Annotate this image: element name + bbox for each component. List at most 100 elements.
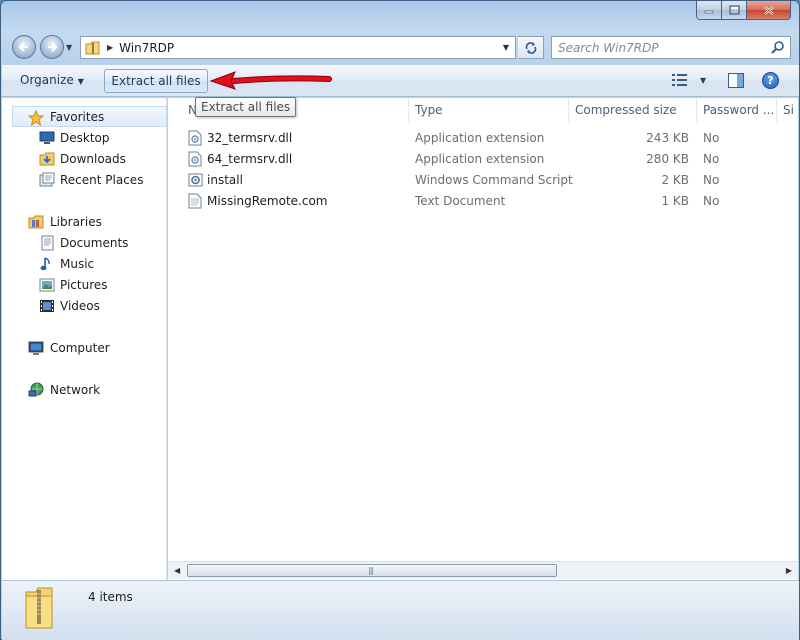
file-password: No	[703, 152, 720, 166]
documents-icon	[41, 235, 54, 251]
forward-button[interactable]	[40, 35, 64, 59]
nav-desktop[interactable]: Desktop	[2, 127, 167, 148]
file-password: No	[703, 194, 720, 208]
extract-tooltip: Extract all files	[195, 97, 297, 117]
script-icon	[188, 173, 203, 187]
item-count: 4 items	[88, 590, 133, 604]
file-name: 32_termsrv.dll	[207, 131, 293, 145]
maximize-icon	[729, 5, 739, 15]
music-icon	[40, 257, 50, 271]
nav-recent-places[interactable]: Recent Places	[2, 169, 167, 190]
nav-documents[interactable]: Documents	[2, 232, 167, 253]
view-dropdown-icon[interactable]: ▼	[700, 76, 706, 85]
file-size: 1 KB	[661, 194, 689, 208]
red-arrow-annotation	[209, 71, 332, 90]
column-header-compressed-size[interactable]: Compressed size	[569, 98, 697, 122]
extract-label: Extract all files	[111, 74, 201, 88]
maximize-button[interactable]	[722, 1, 747, 20]
column-header-size[interactable]: Si	[777, 98, 798, 122]
close-button[interactable]	[747, 1, 791, 20]
scroll-left-icon[interactable]: ◀	[174, 566, 180, 575]
dll-icon	[188, 130, 202, 146]
refresh-button[interactable]	[518, 36, 544, 59]
address-bar[interactable]: ▶ Win7RDP ▼	[80, 36, 516, 59]
title-bar[interactable]	[1, 1, 799, 29]
file-password: No	[703, 131, 720, 145]
file-type: Windows Command Script	[415, 173, 573, 187]
file-row[interactable]: 32_termsrv.dll Application extension 243…	[182, 128, 792, 149]
scrollbar-thumb[interactable]: |||	[187, 564, 557, 577]
recent-pages-dropdown[interactable]: ▼	[66, 43, 72, 52]
search-box[interactable]: Search Win7RDP	[551, 36, 791, 59]
back-button[interactable]	[12, 35, 36, 59]
scroll-right-icon[interactable]: ▶	[786, 566, 792, 575]
back-arrow-icon	[18, 42, 28, 52]
nav-network[interactable]: Network	[2, 379, 167, 400]
file-size: 243 KB	[646, 131, 689, 145]
network-icon	[28, 382, 44, 397]
refresh-icon	[525, 41, 536, 54]
file-type: Application extension	[415, 152, 545, 166]
nav-label: Downloads	[60, 151, 126, 166]
downloads-icon	[39, 152, 55, 166]
column-label: Si	[783, 103, 794, 117]
nav-videos[interactable]: Videos	[2, 295, 167, 316]
breadcrumb-current[interactable]: Win7RDP	[119, 41, 174, 55]
zip-folder-large-icon	[25, 587, 53, 629]
explorer-window: ▼ ▶ Win7RDP ▼ Search Win7RDP Organize ▼ E…	[0, 0, 800, 640]
file-size: 2 KB	[661, 173, 689, 187]
file-name: MissingRemote.com	[207, 194, 328, 208]
file-type: Application extension	[415, 131, 545, 145]
videos-icon	[40, 300, 54, 312]
caption-buttons	[696, 1, 791, 20]
search-placeholder: Search Win7RDP	[558, 40, 659, 55]
column-label: Type	[415, 103, 443, 117]
nav-label: Network	[50, 382, 101, 397]
forward-arrow-icon	[48, 42, 58, 52]
help-icon: ?	[767, 74, 774, 87]
details-view-icon	[672, 74, 687, 86]
file-name: 64_termsrv.dll	[207, 152, 293, 166]
file-row[interactable]: MissingRemote.com Text Document 1 KB No	[182, 191, 792, 212]
command-bar: Organize ▼ Extract all files ▼ ?	[2, 65, 799, 97]
nav-label: Libraries	[50, 214, 102, 229]
nav-libraries[interactable]: Libraries	[2, 211, 167, 232]
nav-label: Music	[60, 256, 95, 271]
nav-computer[interactable]: Computer	[2, 337, 167, 358]
search-icon[interactable]	[771, 40, 785, 54]
extract-all-files-button[interactable]: Extract all files	[104, 69, 208, 93]
nav-label: Documents	[60, 235, 129, 250]
nav-downloads[interactable]: Downloads	[2, 148, 167, 169]
minimize-button[interactable]	[696, 1, 722, 20]
nav-favorites[interactable]: Favorites	[12, 106, 167, 127]
nav-label: Desktop	[60, 130, 110, 145]
file-password: No	[703, 173, 720, 187]
help-button[interactable]: ?	[762, 72, 779, 89]
file-row[interactable]: 64_termsrv.dll Application extension 280…	[182, 149, 792, 170]
tooltip-text: Extract all files	[201, 100, 291, 114]
address-dropdown[interactable]: ▼	[503, 43, 509, 52]
zip-folder-icon	[85, 41, 100, 54]
file-row[interactable]: install Windows Command Script 2 KB No	[182, 170, 792, 191]
column-header-type[interactable]: Type	[409, 98, 569, 122]
recent-places-icon	[39, 172, 55, 187]
address-row: ▼ ▶ Win7RDP ▼ Search Win7RDP	[1, 31, 799, 63]
file-list: N Type Compressed size Password ... Si 3…	[168, 98, 798, 580]
horizontal-scrollbar[interactable]: ◀ ||| ▶	[168, 561, 798, 579]
navigation-pane: Favorites Desktop Downloads Recent Place…	[2, 98, 167, 580]
nav-pictures[interactable]: Pictures	[2, 274, 167, 295]
minimize-icon	[704, 10, 714, 14]
details-pane: 4 items	[2, 580, 799, 640]
nav-label: Recent Places	[60, 172, 144, 187]
column-label: Password ...	[703, 103, 775, 117]
nav-label: Videos	[60, 298, 100, 313]
organize-menu[interactable]: Organize ▼	[20, 73, 84, 87]
desktop-icon	[39, 131, 55, 144]
column-header-password[interactable]: Password ...	[697, 98, 777, 122]
change-view-button[interactable]: ▼	[672, 74, 706, 86]
file-type: Text Document	[415, 194, 506, 208]
nav-music[interactable]: Music	[2, 253, 167, 274]
breadcrumb-separator[interactable]: ▶	[107, 43, 113, 52]
preview-pane-button[interactable]	[728, 73, 744, 91]
libraries-icon	[28, 215, 44, 229]
